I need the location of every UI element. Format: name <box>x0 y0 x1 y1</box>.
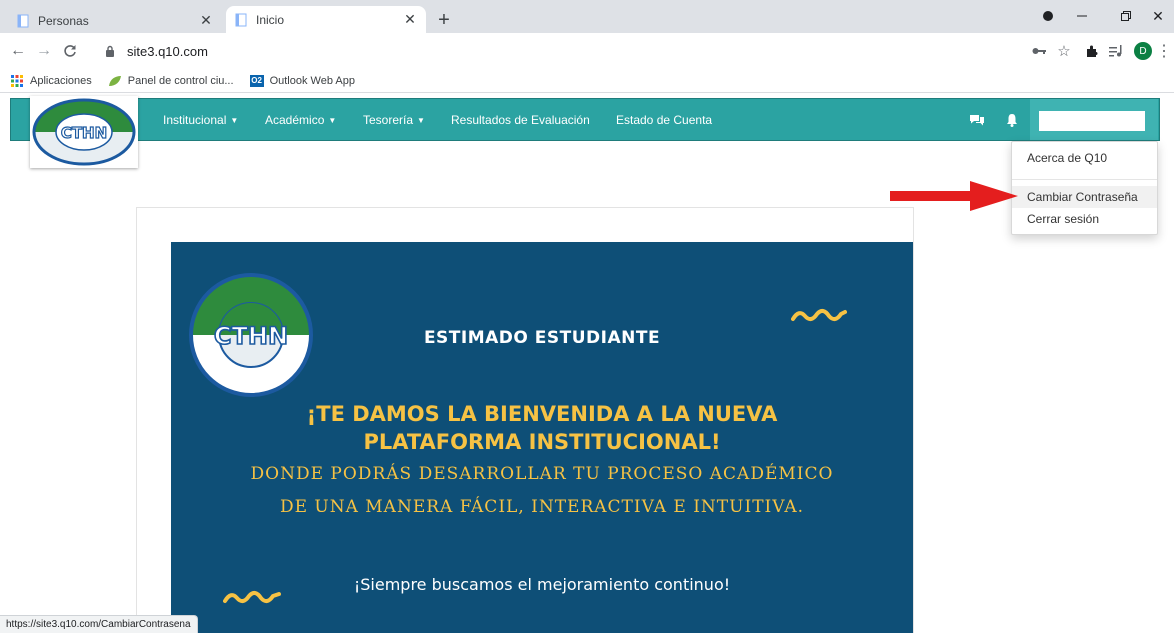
nav-tesoreria[interactable]: Tesorería ▼ <box>363 113 425 127</box>
nav-estado-cuenta[interactable]: Estado de Cuenta <box>616 113 712 127</box>
status-bar-url: https://site3.q10.com/CambiarContrasena <box>0 615 198 633</box>
close-icon[interactable]: ✕ <box>196 11 216 31</box>
reload-icon[interactable] <box>58 39 82 63</box>
browser-tab-bar: Personas ✕ Inicio ✕ + ✕ <box>0 0 1174 33</box>
site-navbar: Institucional ▼ Académico ▼ Tesorería ▼ Res… <box>10 98 1160 141</box>
bookmark-panel-control[interactable]: Panel de control ciu... <box>108 74 234 88</box>
restore-icon[interactable] <box>1112 4 1140 28</box>
bookmark-label: Outlook Web App <box>269 74 355 87</box>
tab-title: Personas <box>38 13 89 28</box>
nav-institucional[interactable]: Institucional ▼ <box>163 113 238 127</box>
menu-divider <box>1012 179 1157 180</box>
nav-academico[interactable]: Académico ▼ <box>265 113 336 127</box>
lock-icon <box>105 44 119 58</box>
url-text: site3.q10.com <box>127 43 208 59</box>
minimize-icon[interactable] <box>1068 4 1096 28</box>
new-tab-icon[interactable]: + <box>432 8 456 32</box>
outlook-icon: O2 <box>249 74 264 87</box>
menu-icon[interactable]: ⋮ <box>1156 39 1172 63</box>
url-field[interactable]: site3.q10.com <box>105 39 1025 63</box>
bell-icon[interactable] <box>1003 111 1021 129</box>
menu-item-acerca-q10[interactable]: Acerca de Q10 <box>1012 147 1157 169</box>
apps-grid-icon <box>10 74 24 88</box>
menu-item-cerrar-sesion[interactable]: Cerrar sesión <box>1012 208 1157 230</box>
key-icon[interactable] <box>1027 39 1051 63</box>
bookmark-label: Aplicaciones <box>30 74 92 87</box>
bookmark-outlook[interactable]: O2 Outlook Web App <box>249 74 355 88</box>
caret-down-icon: ▼ <box>230 116 239 125</box>
banner-heading: ESTIMADO ESTUDIANTE <box>423 328 661 348</box>
banner-subtitle: DONDE PODRÁS DESARROLLAR TU PROCESO ACAD… <box>250 464 834 517</box>
user-name-field[interactable] <box>1039 111 1145 131</box>
profile-avatar[interactable]: D <box>1134 42 1152 60</box>
chat-icon[interactable] <box>968 111 986 129</box>
banner-welcome: ¡TE DAMOS LA BIENVENIDA A LA NUEVA PLATA… <box>306 402 778 454</box>
logo-text: CTHN <box>61 124 107 142</box>
user-dropdown-menu: Acerca de Q10 Cambiar Contraseña Cerrar … <box>1011 141 1158 235</box>
tab-inicio[interactable]: Inicio ✕ <box>226 6 426 33</box>
bookmarks-bar: Aplicaciones Panel de control ciu... O2 … <box>0 69 1174 93</box>
wave-decoration <box>791 309 847 321</box>
site-logo[interactable]: CTHN <box>30 96 138 168</box>
menu-item-cambiar-contrasena[interactable]: Cambiar Contraseña <box>1012 186 1157 208</box>
extensions-icon[interactable] <box>1080 39 1104 63</box>
window-close-icon[interactable]: ✕ <box>1146 4 1170 28</box>
caret-down-icon: ▼ <box>417 116 425 125</box>
tab-title: Inicio <box>256 12 285 27</box>
bookmark-apps[interactable]: Aplicaciones <box>10 74 92 88</box>
nav-resultados-evaluacion[interactable]: Resultados de Evaluación <box>451 113 590 127</box>
forward-icon[interactable]: → <box>32 39 56 63</box>
media-queue-icon[interactable] <box>1104 39 1128 63</box>
close-icon[interactable]: ✕ <box>400 10 420 30</box>
leaf-icon <box>108 74 122 88</box>
page-icon <box>234 13 248 27</box>
star-icon[interactable]: ☆ <box>1052 39 1076 63</box>
caret-down-icon: ▼ <box>328 116 337 125</box>
record-icon[interactable] <box>1038 4 1058 28</box>
banner-footer: ¡Siempre buscamos el mejoramiento contin… <box>353 575 731 594</box>
back-icon[interactable]: ← <box>6 39 30 63</box>
address-bar: ← → site3.q10.com ☆ ⋮ <box>0 33 1174 69</box>
tab-personas[interactable]: Personas ✕ <box>8 8 222 33</box>
bookmark-label: Panel de control ciu... <box>127 74 234 87</box>
red-arrow-annotation <box>890 180 1020 217</box>
welcome-banner: CTHN ESTIMADO ESTUDIANTE ¡TE DAMOS LA BI… <box>171 242 913 633</box>
page-icon <box>16 14 30 28</box>
